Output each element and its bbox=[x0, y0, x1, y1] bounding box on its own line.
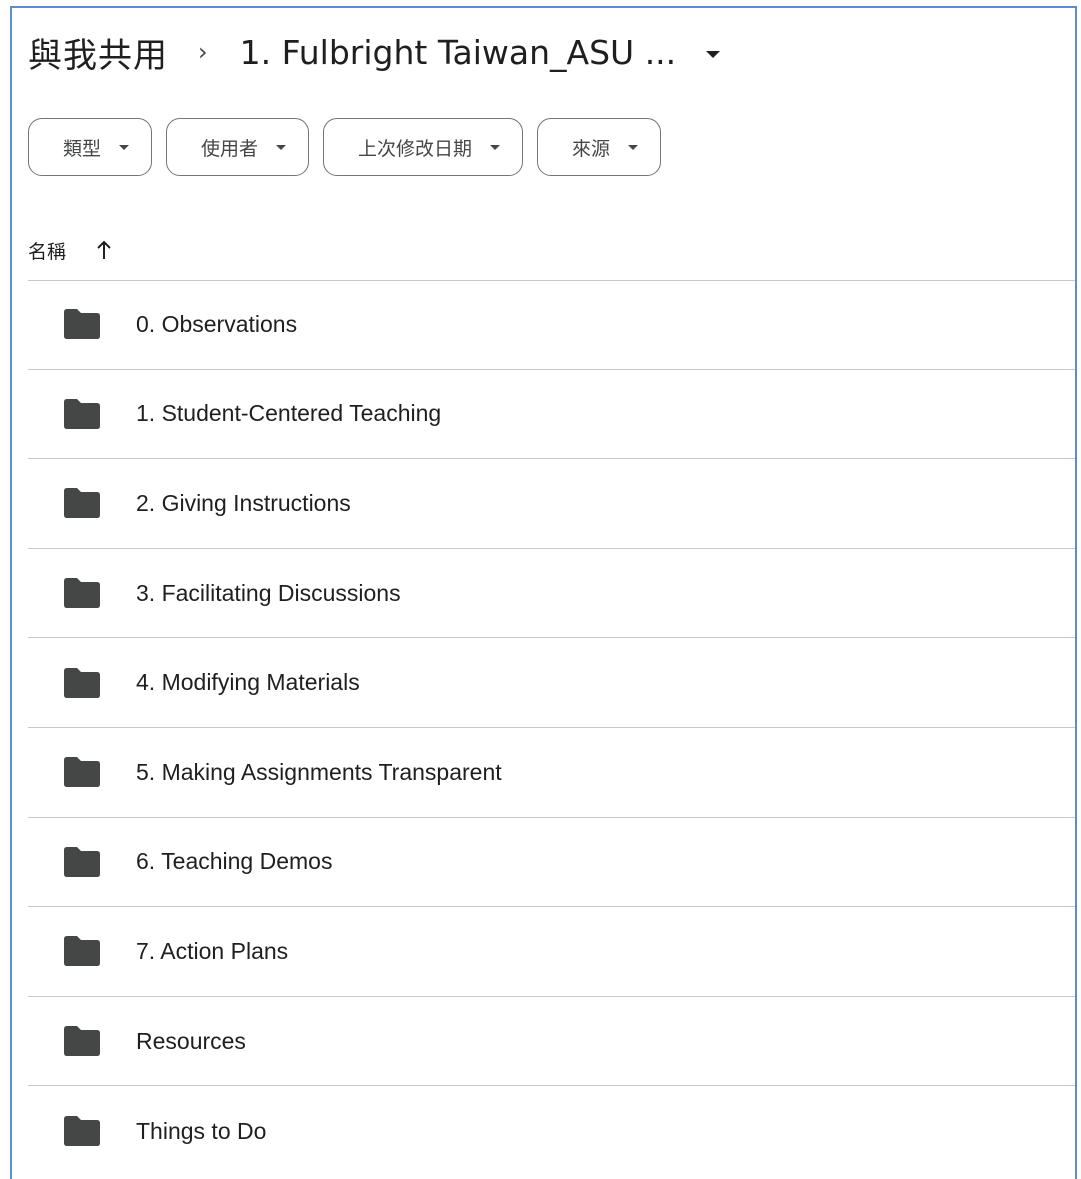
filter-bar: 類型 使用者 上次修改日期 來源 bbox=[28, 118, 662, 176]
folder-icon bbox=[64, 488, 100, 519]
list-item[interactable]: 3. Facilitating Discussions bbox=[28, 549, 1075, 639]
item-name: 3. Facilitating Discussions bbox=[136, 579, 401, 606]
list-item[interactable]: Resources bbox=[28, 997, 1075, 1087]
item-name: 7. Action Plans bbox=[136, 937, 289, 964]
item-name: Things to Do bbox=[136, 1117, 267, 1144]
item-name: 4. Modifying Materials bbox=[136, 669, 360, 696]
filter-source-label: 來源 bbox=[572, 137, 611, 160]
breadcrumb-separator-icon: › bbox=[198, 38, 208, 66]
dropdown-caret-icon bbox=[490, 144, 501, 150]
breadcrumb-current-folder[interactable]: 1. Fulbright Taiwan_ASU ... bbox=[240, 33, 721, 72]
item-name: 5. Making Assignments Transparent bbox=[136, 758, 502, 785]
filter-source-chip[interactable]: 來源 bbox=[537, 118, 662, 176]
filter-modified-label: 上次修改日期 bbox=[358, 137, 473, 160]
breadcrumb-shared-with-me[interactable]: 與我共用 bbox=[28, 28, 168, 77]
filter-people-chip[interactable]: 使用者 bbox=[166, 118, 310, 176]
list-item[interactable]: 4. Modifying Materials bbox=[28, 638, 1075, 728]
folder-icon bbox=[64, 398, 100, 429]
list-item[interactable]: 1. Student-Centered Teaching bbox=[28, 370, 1075, 460]
item-name: 0. Observations bbox=[136, 310, 298, 337]
folder-icon bbox=[64, 846, 100, 877]
drive-window: 與我共用 › 1. Fulbright Taiwan_ASU ... 類型 使用… bbox=[10, 6, 1077, 1179]
item-name: 2. Giving Instructions bbox=[136, 489, 351, 516]
folder-icon bbox=[64, 667, 100, 698]
list-item[interactable]: 6. Teaching Demos bbox=[28, 818, 1075, 908]
filter-type-chip[interactable]: 類型 bbox=[28, 118, 153, 176]
folder-icon bbox=[64, 757, 100, 788]
list-item[interactable]: 0. Observations bbox=[28, 280, 1075, 370]
list-item[interactable]: 7. Action Plans bbox=[28, 907, 1075, 997]
filter-modified-chip[interactable]: 上次修改日期 bbox=[323, 118, 524, 176]
name-column-label: 名稱 bbox=[28, 240, 67, 263]
breadcrumb: 與我共用 › 1. Fulbright Taiwan_ASU ... bbox=[28, 20, 721, 84]
arrow-up-icon[interactable] bbox=[94, 238, 114, 262]
folder-menu-caret-icon bbox=[706, 50, 721, 58]
filter-people-label: 使用者 bbox=[201, 137, 259, 160]
list-item[interactable]: 2. Giving Instructions bbox=[28, 459, 1075, 549]
name-column-header[interactable]: 名稱 bbox=[28, 222, 114, 278]
folder-icon bbox=[64, 1026, 100, 1057]
folder-icon bbox=[64, 309, 100, 340]
list-item[interactable]: Things to Do bbox=[28, 1086, 1075, 1176]
folder-icon bbox=[64, 1116, 100, 1147]
dropdown-caret-icon bbox=[119, 144, 130, 150]
item-name: Resources bbox=[136, 1027, 246, 1054]
item-name: 1. Student-Centered Teaching bbox=[136, 400, 442, 427]
folder-icon bbox=[64, 936, 100, 967]
file-list: 0. Observations 1. Student-Centered Teac… bbox=[28, 280, 1075, 1176]
dropdown-caret-icon bbox=[276, 144, 287, 150]
dropdown-caret-icon bbox=[628, 144, 639, 150]
current-folder-title: 1. Fulbright Taiwan_ASU ... bbox=[239, 32, 677, 72]
filter-type-label: 類型 bbox=[63, 137, 102, 160]
folder-icon bbox=[64, 578, 100, 609]
item-name: 6. Teaching Demos bbox=[136, 848, 333, 875]
list-item[interactable]: 5. Making Assignments Transparent bbox=[28, 728, 1075, 818]
